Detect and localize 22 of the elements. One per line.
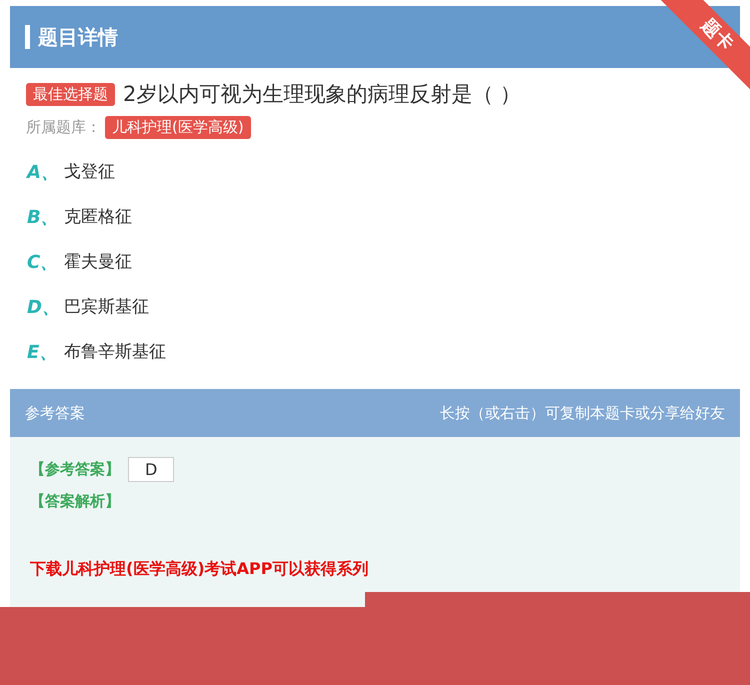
option-text: 巴宾斯基征 xyxy=(64,296,149,318)
answer-title: 参考答案 xyxy=(25,404,85,422)
promo-link[interactable]: 下载儿科护理(医学高级)考试APP可以获得系列 xyxy=(30,559,720,580)
bank-label: 所属题库： xyxy=(26,118,101,137)
option-text: 戈登征 xyxy=(64,161,115,183)
answer-value: D xyxy=(128,457,174,482)
page-title: 题目详情 xyxy=(38,24,118,50)
question-text: 2岁以内可视为生理现象的病理反射是（ ） xyxy=(123,81,522,108)
option-letter: A、 xyxy=(27,160,60,184)
option-letter: B、 xyxy=(27,206,60,228)
option-letter: D、 xyxy=(27,296,61,318)
option-text: 霍夫曼征 xyxy=(64,251,132,273)
option-text: 布鲁辛斯基征 xyxy=(64,341,166,363)
option-letter: C、 xyxy=(27,250,60,274)
option-text: 克匿格征 xyxy=(64,206,132,228)
title-marker xyxy=(25,25,30,49)
option-letter: E、 xyxy=(27,340,58,364)
share-hint: 长按（或右击）可复制本题卡或分享给好友 xyxy=(440,404,725,422)
bank-tag[interactable]: 儿科护理(医学高级) xyxy=(105,116,251,139)
question-type-badge: 最佳选择题 xyxy=(26,82,115,106)
analysis-label: 【答案解析】 xyxy=(30,492,121,511)
answer-label: 【参考答案】 xyxy=(30,460,120,479)
